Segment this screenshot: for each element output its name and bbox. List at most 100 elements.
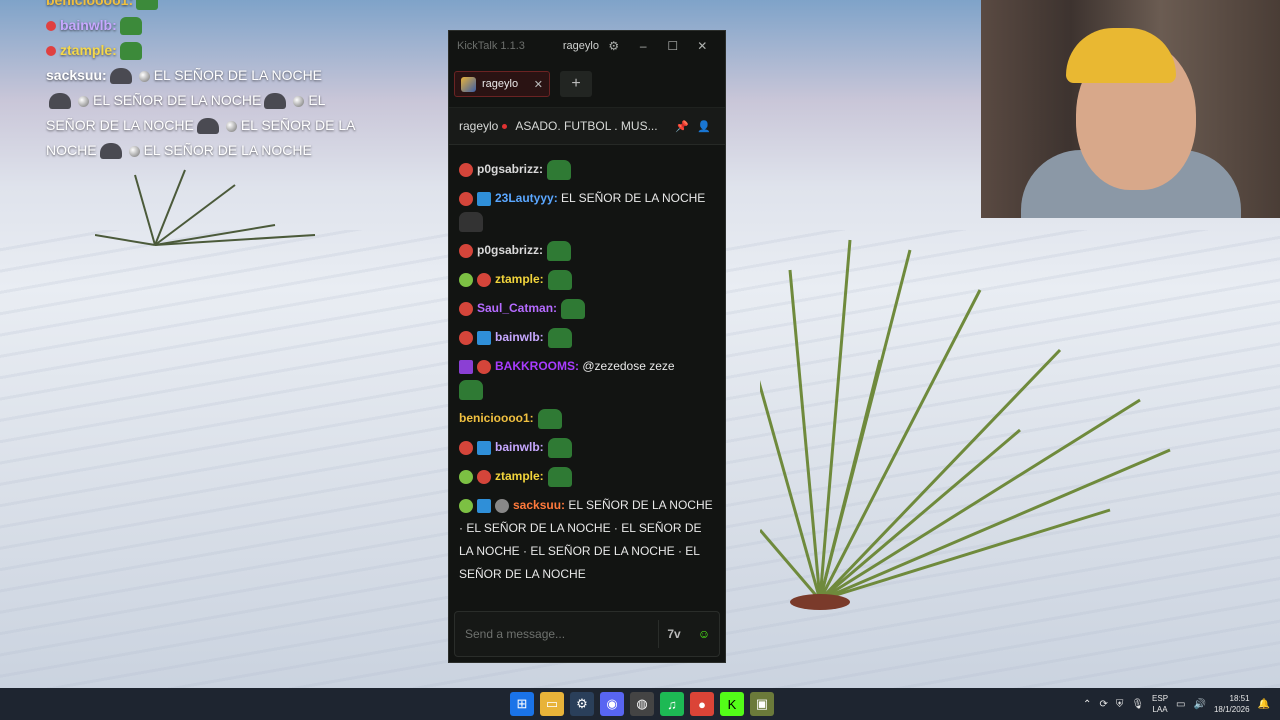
channel-name[interactable]: rageylo	[459, 119, 498, 133]
frog-emote-icon	[547, 269, 572, 290]
badge-icon	[459, 272, 473, 287]
badge-icon	[495, 498, 509, 513]
kick-icon[interactable]: K	[720, 692, 744, 716]
clock[interactable]: 18:51 18/1/2026	[1214, 693, 1250, 715]
title-bar[interactable]: KickTalk 1.1.3 rageylo ⚙ – ☐ ✕	[449, 31, 725, 61]
desktop-plant-image	[760, 239, 1171, 610]
overlay-text: EL	[308, 92, 326, 108]
message-input[interactable]	[455, 627, 658, 641]
username[interactable]: p0gsabrizz:	[477, 243, 543, 257]
pin-icon[interactable]: 📌	[671, 120, 693, 133]
username[interactable]: bainwlb:	[495, 440, 544, 454]
overlay-text: SEÑOR DE LA NOCHE	[46, 117, 194, 133]
username[interactable]: benicioooo1:	[459, 411, 534, 425]
current-user[interactable]: rageylo	[563, 40, 599, 52]
badge-icon	[459, 301, 473, 316]
volume-icon[interactable]: 🔊	[1194, 699, 1206, 710]
chat-message: p0gsabrizz:	[459, 158, 715, 181]
badge-icon	[477, 469, 491, 484]
close-tab-icon[interactable]: ✕	[534, 78, 543, 91]
emote-icon	[459, 211, 483, 232]
badge-icon	[46, 46, 56, 57]
7tv-emote-button[interactable]: 7v	[659, 619, 689, 649]
chat-message: bainwlb:	[459, 436, 715, 459]
badge-icon	[477, 330, 491, 345]
overlay-username: benicioooo1:	[46, 0, 134, 8]
discord-icon[interactable]: ◉	[600, 692, 624, 716]
maximize-button[interactable]: ☐	[658, 39, 688, 53]
ball-emote-icon	[78, 95, 89, 107]
frog-emote-icon	[561, 298, 586, 319]
overlay-text: EL SEÑOR DE LA NOCHE	[93, 92, 262, 108]
settings-icon[interactable]: ⚙	[599, 39, 629, 53]
language-indicator[interactable]: ESP LAA	[1152, 693, 1168, 715]
taskbar-apps: ⊞ ▭ ⚙ ◉ ◍ ♫ ● K ▣	[510, 692, 774, 716]
overlay-username: bainwlb:	[60, 17, 117, 33]
badge-icon	[459, 469, 473, 484]
notification-icon[interactable]: 🔔	[1258, 699, 1270, 710]
network-icon[interactable]: ▭	[1176, 699, 1185, 710]
kicktalk-app-icon[interactable]: ▣	[750, 692, 774, 716]
minimize-button[interactable]: –	[628, 39, 658, 53]
username[interactable]: sacksuu:	[513, 498, 565, 512]
shield-icon[interactable]: ⛨	[1116, 699, 1124, 710]
overlay-username: sacksuu:	[46, 67, 107, 83]
frog-emote-icon	[119, 42, 142, 61]
hat-emote-icon	[264, 93, 287, 110]
live-indicator	[502, 123, 508, 129]
chevron-up-icon[interactable]: ⌃	[1083, 699, 1091, 710]
chat-message: 23Lautyyy: EL SEÑOR DE LA NOCHE	[459, 187, 715, 233]
chat-message: ztample:	[459, 268, 715, 291]
ball-emote-icon	[225, 120, 237, 132]
system-tray: ⌃ ⟳ ⛨ 🎙 ESP LAA ▭ 🔊 18:51 18/1/2026 🔔	[1083, 693, 1270, 715]
frog-emote-icon	[537, 408, 562, 429]
hat-emote-icon	[109, 68, 132, 85]
app-title: KickTalk 1.1.3	[457, 40, 525, 52]
badge-icon	[459, 243, 473, 258]
sync-icon[interactable]: ⟳	[1099, 699, 1107, 710]
overlay-line: SEÑOR DE LA NOCHE EL SEÑOR DE LA	[46, 113, 376, 138]
frog-emote-icon	[119, 17, 142, 36]
username[interactable]: BAKKROOMS:	[495, 359, 579, 373]
webcam-feed	[981, 0, 1280, 218]
badge-icon	[459, 440, 473, 455]
frog-emote-icon	[547, 240, 572, 261]
overlay-line: NOCHE EL SEÑOR DE LA NOCHE	[46, 138, 376, 163]
kicktalk-window: KickTalk 1.1.3 rageylo ⚙ – ☐ ✕ rageylo ✕…	[448, 30, 726, 663]
tab-rageylo[interactable]: rageylo ✕	[454, 71, 550, 97]
badge-icon	[459, 359, 473, 374]
badge-icon	[459, 498, 473, 513]
username[interactable]: ztample:	[495, 272, 544, 286]
kick-emote-button[interactable]: ☺	[689, 619, 719, 649]
ball-emote-icon	[128, 145, 140, 157]
overlay-line: sacksuu: EL SEÑOR DE LA NOCHE	[46, 63, 376, 88]
spotify-icon[interactable]: ♫	[660, 692, 684, 716]
username[interactable]: bainwlb:	[495, 330, 544, 344]
add-tab-button[interactable]: +	[560, 71, 592, 97]
obs-icon[interactable]: ◍	[630, 692, 654, 716]
tab-bar: rageylo ✕ +	[449, 61, 725, 108]
username[interactable]: ztample:	[495, 469, 544, 483]
message-text: @zezedose zeze	[582, 359, 675, 373]
username[interactable]: p0gsabrizz:	[477, 162, 543, 176]
chat-message: benicioooo1:	[459, 407, 715, 430]
hat-emote-icon	[49, 93, 71, 110]
username[interactable]: Saul_Catman:	[477, 301, 557, 315]
microphone-icon[interactable]: 🎙	[1131, 699, 1144, 710]
frog-emote-icon	[547, 466, 572, 487]
steam-icon[interactable]: ⚙	[570, 692, 594, 716]
user-icon[interactable]: 👤	[693, 120, 715, 133]
chat-message: Saul_Catman:	[459, 297, 715, 320]
badge-icon	[477, 272, 491, 287]
username[interactable]: 23Lautyyy:	[495, 191, 558, 205]
chat-message: ztample:	[459, 465, 715, 488]
desktop-chat-overlay: benicioooo1: bainwlb: ztample: sacksuu: E…	[46, 0, 376, 163]
frog-emote-icon	[459, 379, 483, 400]
overlay-line: benicioooo1:	[46, 0, 376, 13]
chrome-icon[interactable]: ●	[690, 692, 714, 716]
chat-message: p0gsabrizz:	[459, 239, 715, 262]
chat-messages[interactable]: p0gsabrizz: 23Lautyyy: EL SEÑOR DE LA NO…	[449, 144, 725, 606]
file-explorer-icon[interactable]: ▭	[540, 692, 564, 716]
close-button[interactable]: ✕	[688, 39, 718, 53]
windows-start-icon[interactable]: ⊞	[510, 692, 534, 716]
